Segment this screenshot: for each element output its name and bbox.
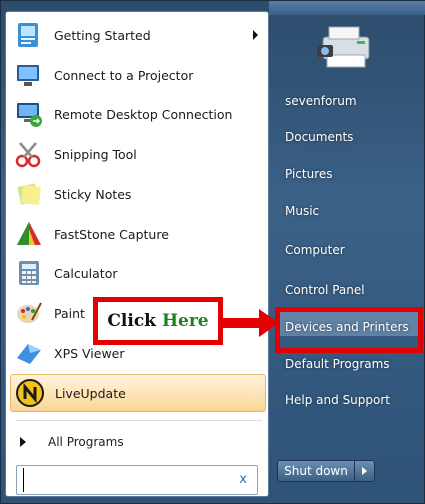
liveupdate-icon	[13, 376, 47, 410]
program-connect-projector[interactable]: Connect to a Projector	[10, 56, 266, 94]
divider	[16, 420, 262, 421]
documents-link[interactable]: Documents	[281, 122, 421, 152]
submenu-arrow-icon[interactable]	[253, 30, 258, 40]
program-label: Calculator	[54, 265, 118, 281]
scissors-icon	[12, 137, 46, 171]
program-label: Getting Started	[54, 27, 151, 43]
annotation-arrow-icon	[221, 309, 279, 337]
program-label: Connect to a Projector	[54, 67, 194, 83]
program-calculator[interactable]: Calculator	[10, 254, 266, 292]
calculator-icon	[12, 256, 46, 290]
user-folder-link[interactable]: sevenforum	[281, 86, 421, 116]
default-programs-link[interactable]: Default Programs	[281, 349, 421, 379]
search-box: x	[16, 465, 258, 495]
clear-search-icon[interactable]: x	[239, 472, 247, 487]
sticky-notes-icon	[12, 177, 46, 211]
all-programs-button[interactable]: All Programs	[12, 428, 264, 456]
program-label: Paint	[54, 305, 85, 321]
annotation-highlight-box	[275, 307, 423, 353]
program-liveupdate[interactable]: LiveUpdate	[10, 374, 266, 412]
shutdown-button[interactable]: Shut down	[277, 460, 355, 482]
program-label: LiveUpdate	[55, 385, 126, 401]
program-label: Sticky Notes	[54, 186, 132, 202]
program-label: XPS Viewer	[54, 345, 125, 361]
programs-pane: Getting Started Connect to a Projector R…	[5, 11, 269, 497]
music-link[interactable]: Music	[281, 196, 421, 226]
program-sticky-notes[interactable]: Sticky Notes	[10, 175, 266, 213]
program-label: Snipping Tool	[54, 146, 137, 162]
annotation-callout: Click Here	[93, 297, 223, 345]
program-label: Remote Desktop Connection	[54, 106, 233, 122]
program-getting-started[interactable]: Getting Started	[10, 16, 266, 54]
expand-arrow-icon	[20, 437, 26, 447]
getting-started-icon	[12, 18, 46, 52]
remote-desktop-icon	[12, 97, 46, 131]
program-snipping-tool[interactable]: Snipping Tool	[10, 135, 266, 173]
callout-word-click: Click	[107, 311, 156, 331]
search-input[interactable]	[23, 468, 229, 492]
paint-palette-icon	[12, 296, 46, 330]
control-panel-link[interactable]: Control Panel	[281, 275, 421, 305]
xps-viewer-icon	[12, 336, 46, 370]
projector-icon	[12, 58, 46, 92]
program-remote-desktop[interactable]: Remote Desktop Connection	[10, 95, 266, 133]
shutdown-options-arrow-icon[interactable]	[355, 460, 375, 482]
all-programs-label: All Programs	[48, 435, 124, 449]
pictures-link[interactable]: Pictures	[281, 159, 421, 189]
devices-printers-picture	[313, 19, 377, 75]
faststone-icon	[12, 217, 46, 251]
start-menu: Getting Started Connect to a Projector R…	[0, 0, 425, 504]
menu-top-glow	[269, 1, 425, 15]
computer-link[interactable]: Computer	[281, 235, 421, 265]
program-label: FastStone Capture	[54, 226, 169, 242]
program-faststone-capture[interactable]: FastStone Capture	[10, 215, 266, 253]
callout-word-here: Here	[161, 311, 209, 331]
help-and-support-link[interactable]: Help and Support	[281, 385, 421, 415]
